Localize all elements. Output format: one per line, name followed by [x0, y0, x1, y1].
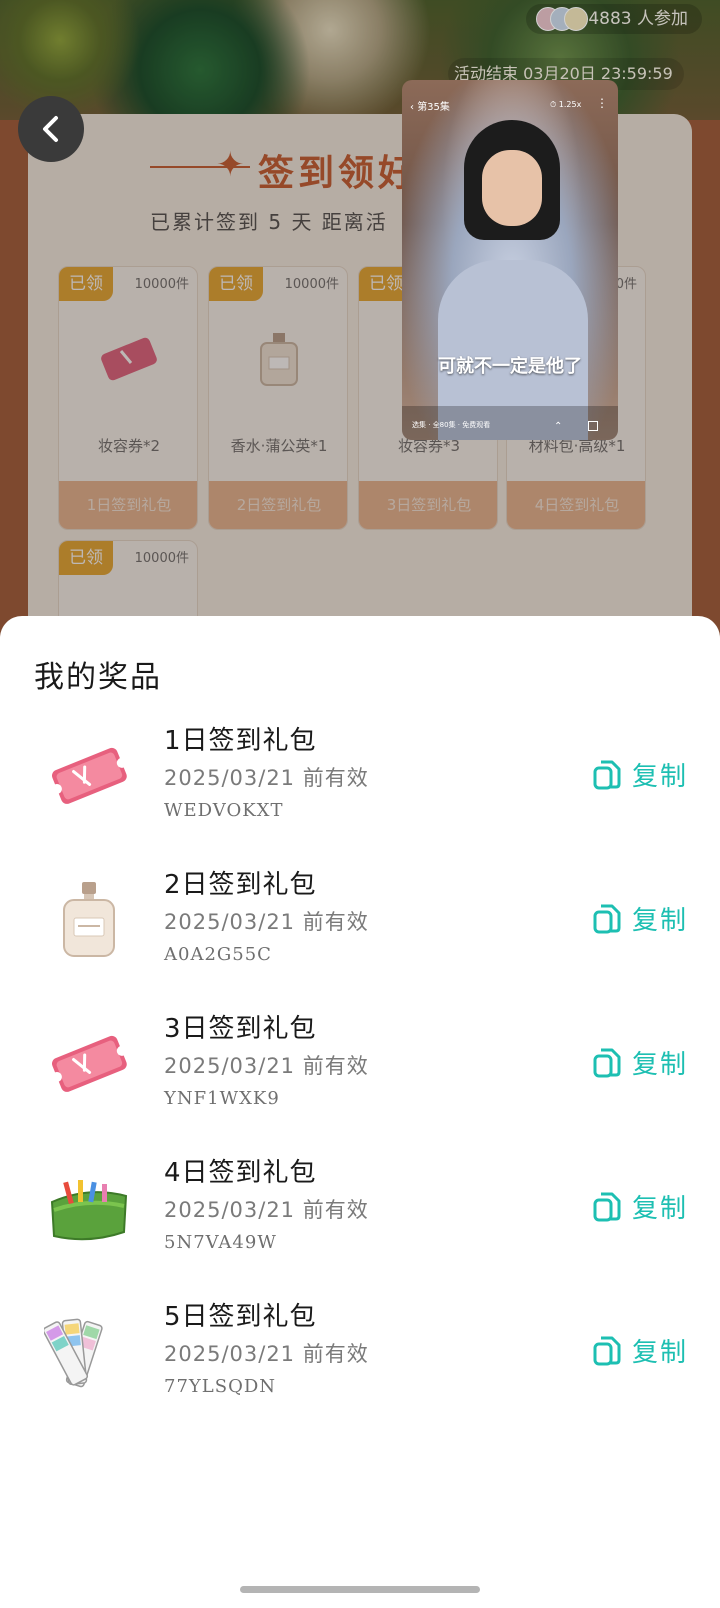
prize-name: 3日签到礼包: [164, 1014, 317, 1044]
prize-expiry: 2025/03/21 前有效: [164, 1198, 369, 1222]
copy-icon: [593, 904, 621, 934]
copy-icon: [593, 1048, 621, 1078]
copy-label: 复制: [632, 1049, 689, 1080]
copy-button[interactable]: 复制: [592, 754, 688, 794]
prize-name: 4日签到礼包: [164, 1158, 317, 1188]
back-button[interactable]: [18, 96, 84, 162]
prize-item: 1日签到礼包 2025/03/21 前有效 WEDVOKXT 复制: [0, 712, 720, 832]
prize-name: 2日签到礼包: [164, 870, 317, 900]
copy-label: 复制: [632, 1193, 689, 1224]
copy-button[interactable]: 复制: [592, 1042, 688, 1082]
prize-name: 1日签到礼包: [164, 726, 317, 756]
prize-expiry: 2025/03/21 前有效: [164, 1342, 369, 1366]
redeem-code: A0A2G55C: [164, 944, 272, 965]
home-indicator[interactable]: [240, 1586, 480, 1593]
prize-expiry: 2025/03/21 前有效: [164, 910, 369, 934]
sheet-title: 我的奖品: [34, 660, 162, 695]
copy-button[interactable]: 复制: [592, 1186, 688, 1226]
ticket-icon: [51, 747, 127, 804]
copy-icon: [593, 1336, 621, 1366]
episode-info[interactable]: 选集 · 全80集 · 免费观看: [412, 420, 490, 430]
redeem-code: 77YLSQDN: [164, 1376, 277, 1397]
bag-icon: [50, 1180, 128, 1241]
chevron-left-icon: [43, 116, 58, 142]
episode-label: 第35集: [417, 102, 450, 113]
playback-speed[interactable]: ⏱ 1.25x: [550, 100, 581, 110]
video-subtitle: 可就不一定是他了: [438, 356, 582, 377]
video-back-button[interactable]: ‹ 第35集: [410, 98, 450, 113]
copy-button[interactable]: 复制: [592, 1330, 688, 1370]
redeem-code: YNF1WXK9: [164, 1088, 280, 1109]
ticket-icon: [51, 1035, 127, 1092]
prize-item: 2日签到礼包 2025/03/21 前有效 A0A2G55C 复制: [0, 856, 720, 976]
prize-expiry: 2025/03/21 前有效: [164, 1054, 369, 1078]
floating-video-player[interactable]: ‹ 第35集 ⏱ 1.25x ⋮ 可就不一定是他了 选集 · 全80集 · 免费…: [402, 80, 618, 440]
prize-expiry: 2025/03/21 前有效: [164, 766, 369, 790]
swatch-icon: [44, 1318, 103, 1388]
prize-item: 4日签到礼包 2025/03/21 前有效 5N7VA49W 复制: [0, 1144, 720, 1264]
perfume-icon: [63, 882, 115, 957]
prize-item: 5日签到礼包 2025/03/21 前有效 77YLSQDN 复制: [0, 1288, 720, 1408]
copy-label: 复制: [632, 905, 689, 936]
chevron-up-icon[interactable]: ⌃: [554, 421, 562, 432]
my-prizes-sheet: 我的奖品 1日签到礼包 2025/03/21 前有效 WEDVOKXT 复制 2…: [0, 616, 720, 1608]
copy-button[interactable]: 复制: [592, 898, 688, 938]
copy-icon: [593, 1192, 621, 1222]
fullscreen-icon[interactable]: [588, 421, 598, 431]
copy-icon: [593, 760, 621, 790]
prize-item: 3日签到礼包 2025/03/21 前有效 YNF1WXK9 复制: [0, 1000, 720, 1120]
redeem-code: 5N7VA49W: [164, 1232, 277, 1253]
copy-label: 复制: [632, 1337, 689, 1368]
redeem-code: WEDVOKXT: [164, 800, 284, 821]
copy-label: 复制: [632, 761, 689, 792]
video-frame-face: [482, 150, 542, 226]
more-options-icon[interactable]: ⋮: [596, 96, 608, 110]
prize-name: 5日签到礼包: [164, 1302, 317, 1332]
